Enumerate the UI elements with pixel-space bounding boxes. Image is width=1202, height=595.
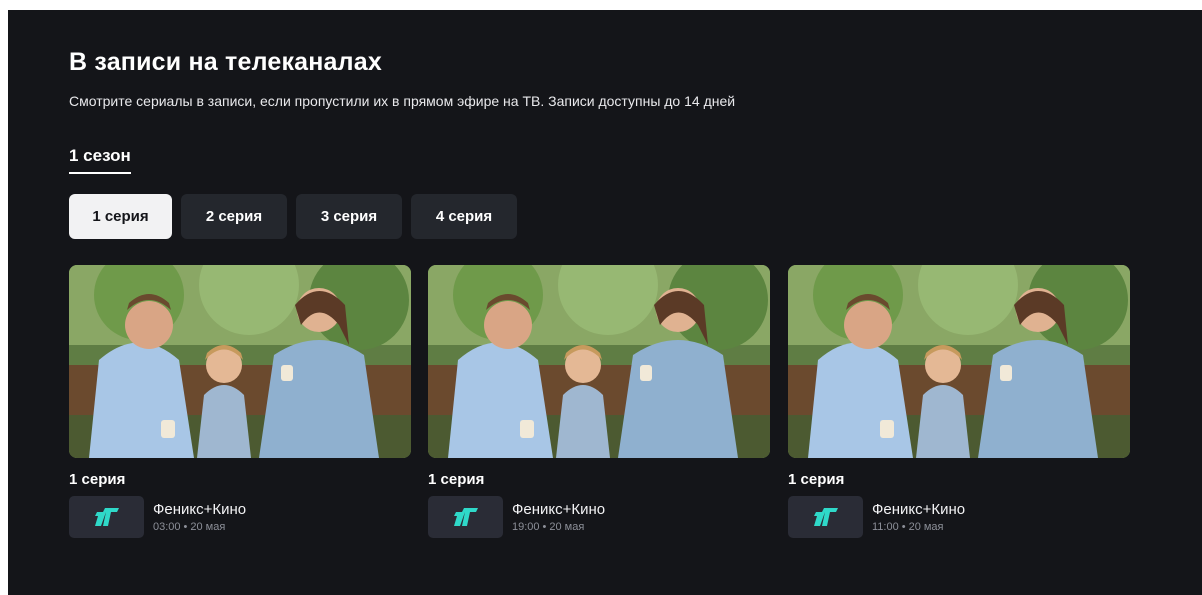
air-date: 20 мая: [908, 521, 944, 533]
recording-card[interactable]: 1 серия Феникс+Кино 03:00 • 20 мая: [69, 265, 411, 538]
air-time-value: 19:00: [512, 521, 540, 533]
channel-name: Феникс+Кино: [512, 501, 606, 518]
time-separator: •: [183, 521, 188, 533]
episode-button-1[interactable]: 1 серия: [69, 194, 172, 239]
section-subtitle: Смотрите сериалы в записи, если пропусти…: [69, 93, 736, 109]
channel-info: Феникс+Кино 19:00 • 20 мая: [512, 501, 605, 533]
air-date: 20 мая: [549, 521, 585, 533]
episode-thumbnail[interactable]: [788, 265, 1130, 458]
air-time: 11:00 • 20 мая: [872, 521, 965, 533]
channel-logo: [428, 496, 503, 538]
episode-thumbnail[interactable]: [428, 265, 770, 458]
time-separator: •: [542, 521, 547, 533]
channel-name: Феникс+Кино: [153, 501, 247, 518]
recording-title: 1 серия: [788, 471, 845, 488]
air-time: 19:00 • 20 мая: [512, 521, 605, 533]
air-time: 03:00 • 20 мая: [153, 521, 246, 533]
channel-info: Феникс+Кино 03:00 • 20 мая: [153, 501, 246, 533]
recording-title: 1 серия: [69, 471, 126, 488]
recording-card[interactable]: 1 серия Феникс+Кино 11:00 • 20 мая: [788, 265, 1130, 538]
channel-row: Феникс+Кино 19:00 • 20 мая: [428, 496, 770, 538]
channel-logo: [788, 496, 863, 538]
channel-name: Феникс+Кино: [872, 501, 966, 518]
episode-button-2[interactable]: 2 серия: [181, 194, 287, 239]
recording-card[interactable]: 1 серия Феникс+Кино 19:00 • 20 мая: [428, 265, 770, 538]
recordings-section: В записи на телеканалах Смотрите сериалы…: [8, 10, 1202, 595]
feniks-kino-logo-icon: [453, 508, 478, 526]
feniks-kino-logo-icon: [813, 508, 838, 526]
air-time-value: 11:00: [872, 521, 899, 533]
time-separator: •: [901, 521, 906, 533]
air-date: 20 мая: [190, 521, 226, 533]
feniks-kino-logo-icon: [94, 508, 119, 526]
episode-selector: 1 серия 2 серия 3 серия 4 серия: [69, 194, 517, 239]
section-title: В записи на телеканалах: [69, 48, 382, 76]
episode-thumbnail[interactable]: [69, 265, 411, 458]
episode-button-3[interactable]: 3 серия: [296, 194, 402, 239]
tab-season-1[interactable]: 1 сезон: [69, 146, 131, 174]
air-time-value: 03:00: [153, 521, 181, 533]
channel-info: Феникс+Кино 11:00 • 20 мая: [872, 501, 965, 533]
channel-logo: [69, 496, 144, 538]
recording-title: 1 серия: [428, 471, 485, 488]
episode-button-4[interactable]: 4 серия: [411, 194, 517, 239]
channel-row: Феникс+Кино 03:00 • 20 мая: [69, 496, 411, 538]
channel-row: Феникс+Кино 11:00 • 20 мая: [788, 496, 1130, 538]
